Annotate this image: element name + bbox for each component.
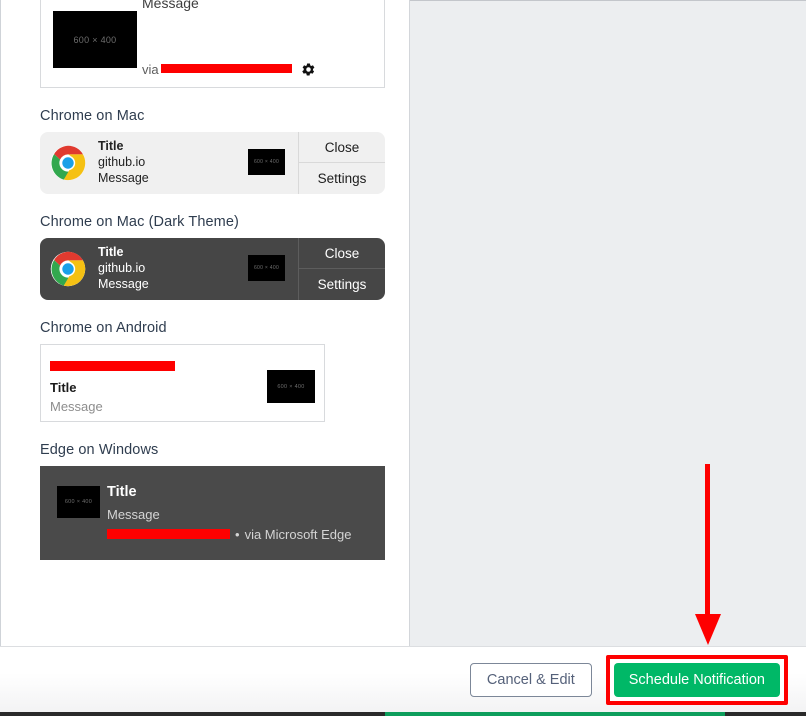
notification-title: Title [98,139,124,154]
notification-title: Title [50,380,77,395]
notification-text-block: Title github.io Message [98,245,149,293]
notification-image-thumbnail: 600 × 400 [267,370,315,403]
section-heading-chrome-android: Chrome on Android [40,320,167,336]
notification-card-chrome-android[interactable]: Title Message 600 × 400 [40,344,325,422]
preview-section-chrome-android: Chrome on Android Title Message 600 × 40… [33,320,409,422]
notification-message: Message [142,0,199,11]
cancel-and-edit-button[interactable]: Cancel & Edit [469,662,592,697]
chrome-logo-icon [50,145,86,181]
modal-body: 600 × 400 Message via Chrome on Mac Titl… [0,0,806,646]
notification-card-chrome-mac-dark[interactable]: Title github.io Message 600 × 400 Close … [40,238,385,300]
notification-card-body: Title github.io Message 600 × 400 [40,132,299,194]
notification-actions: Close Settings [299,238,385,300]
redacted-origin [160,64,292,73]
notification-card-edge-windows[interactable]: 600 × 400 Title Message • via Microsoft … [40,466,385,560]
notification-title: Title [107,484,137,500]
settings-button[interactable]: Settings [299,269,385,300]
schedule-notification-button[interactable]: Schedule Notification [613,662,780,697]
thumbnail-label: 600 × 400 [64,499,93,505]
close-button[interactable]: Close [299,238,385,269]
notification-card-chrome-mac[interactable]: Title github.io Message 600 × 400 Close … [40,132,385,194]
notification-text-block: Title github.io Message [98,139,149,187]
redacted-origin [107,528,230,539]
schedule-button-highlight: Schedule Notification [605,654,788,705]
section-heading-edge-windows: Edge on Windows [40,442,159,458]
via-prefix-label: via [142,62,159,77]
bottom-edge-strip [0,712,806,716]
separator-dot: • [235,527,240,542]
notification-origin: github.io [98,261,146,276]
thumbnail-label: 600 × 400 [253,265,280,271]
section-heading-chrome-mac-dark: Chrome on Mac (Dark Theme) [40,214,239,230]
notification-card-safari[interactable]: 600 × 400 Message via [40,0,385,88]
notification-origin [50,357,175,371]
redacted-origin [50,360,175,371]
preview-section-chrome-mac-dark: Chrome on Mac (Dark Theme) Title github.… [33,214,409,300]
via-browser-label: via Microsoft Edge [244,527,352,542]
notification-title: Title [98,245,124,260]
thumbnail-label: 600 × 400 [277,383,305,390]
chrome-logo-icon [50,251,86,287]
notification-origin: github.io [98,155,146,170]
notification-actions: Close Settings [299,132,385,194]
notification-message: Message [50,399,103,414]
gear-icon[interactable] [301,62,316,77]
notification-image-thumbnail: 600 × 400 [57,486,100,518]
settings-button[interactable]: Settings [299,163,385,194]
notification-card-body: Title github.io Message 600 × 400 [40,238,299,300]
notification-message: Message [98,276,149,291]
notification-source-line: • via Microsoft Edge [107,527,352,542]
preview-section-safari: 600 × 400 Message via [33,0,409,88]
right-settings-pane [410,0,806,646]
notification-message: Message [107,507,160,522]
notification-message: Message [98,170,149,185]
thumbnail-label: 600 × 400 [253,159,280,165]
preview-section-edge-windows: Edge on Windows 600 × 400 Title Message … [33,442,409,560]
modal-left-edge [0,0,7,646]
notification-image-thumbnail: 600 × 400 [53,11,137,68]
notification-preview-pane: 600 × 400 Message via Chrome on Mac Titl… [7,0,410,646]
notification-image-thumbnail: 600 × 400 [248,255,285,281]
close-button[interactable]: Close [299,132,385,163]
thumbnail-label: 600 × 400 [73,34,117,45]
app-root: 600 × 400 Message via Chrome on Mac Titl… [0,0,806,716]
bottom-edge-green-segment [385,712,725,716]
modal-footer: Cancel & Edit Schedule Notification [0,646,806,712]
notification-source-line: via [142,62,316,77]
preview-section-chrome-mac: Chrome on Mac Title github.io Message 60… [33,108,409,194]
section-heading-chrome-mac: Chrome on Mac [40,108,145,124]
notification-image-thumbnail: 600 × 400 [248,149,285,175]
